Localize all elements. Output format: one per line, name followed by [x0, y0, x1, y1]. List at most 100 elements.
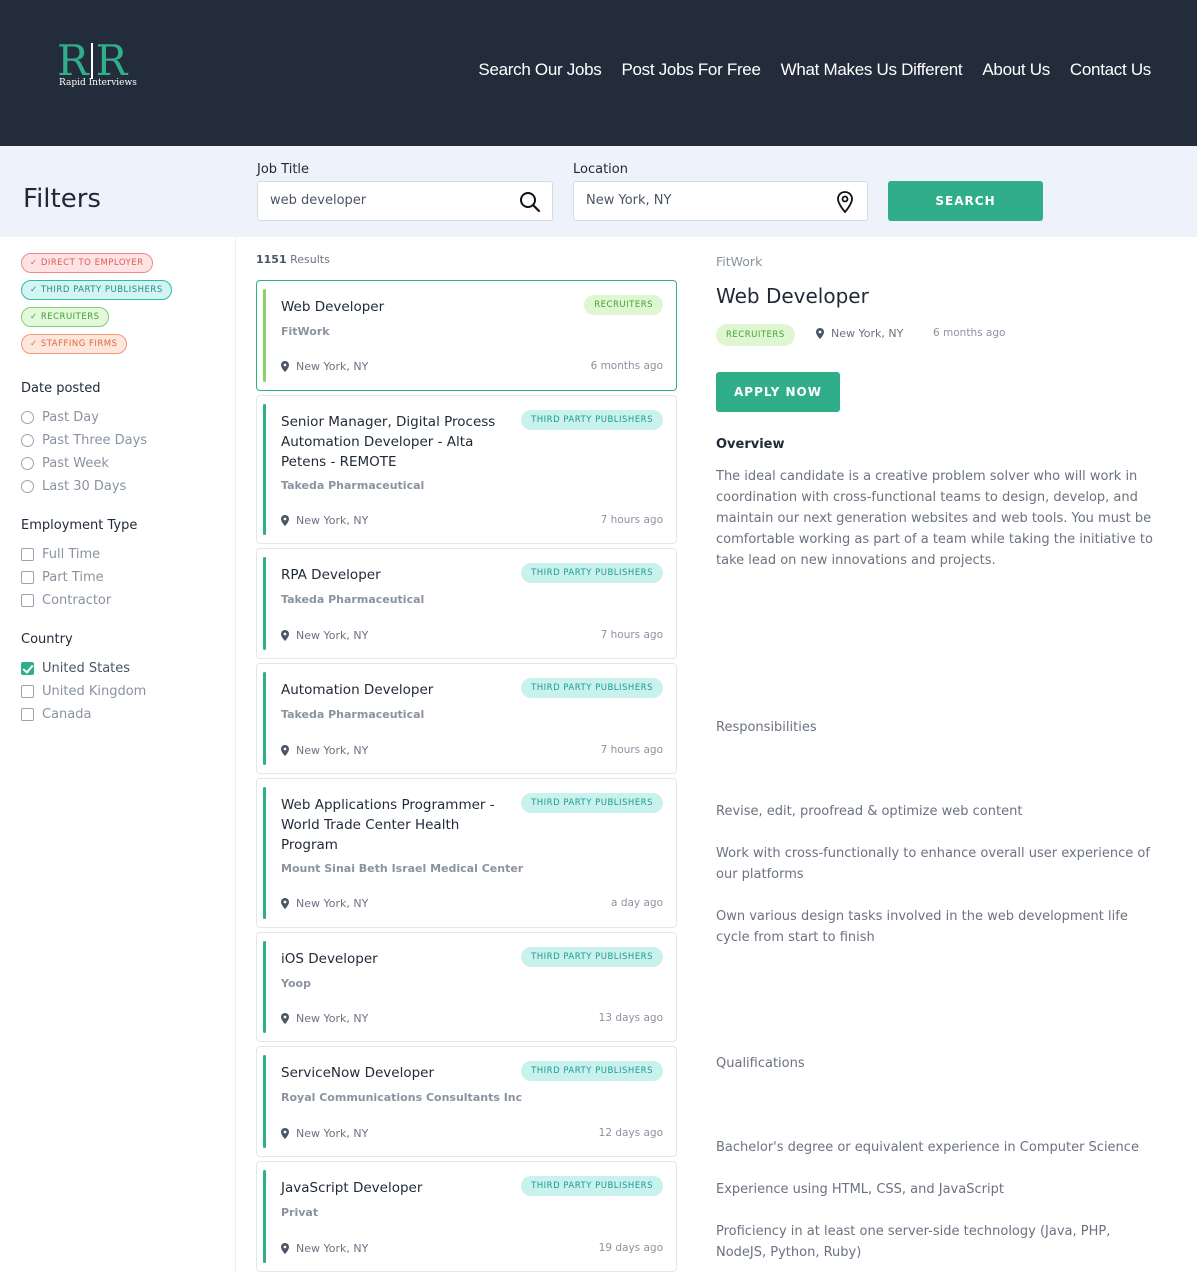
job-title-label: Job Title [257, 162, 310, 177]
job-posted-ago: 6 months ago [590, 360, 663, 372]
option-label: United States [42, 661, 131, 676]
job-badge: THIRD PARTY PUBLISHERS [521, 678, 663, 698]
filter-tag-staffing-firms[interactable]: ✓ STAFFING FIRMS [21, 334, 127, 354]
radio-icon[interactable] [21, 480, 34, 493]
job-badge: THIRD PARTY PUBLISHERS [521, 410, 663, 430]
location-text: New York, NY [296, 744, 369, 757]
job-posted-ago: 12 days ago [598, 1127, 663, 1139]
card-accent [263, 289, 266, 382]
option-label: Last 30 Days [42, 479, 127, 494]
map-pin-icon [837, 191, 853, 214]
country-option-canada[interactable]: Canada [21, 707, 91, 722]
job-card[interactable]: Senior Manager, Digital Process Automati… [256, 395, 677, 544]
card-accent [263, 1055, 266, 1148]
job-posted-ago: 7 hours ago [600, 514, 663, 526]
date-option-past-day[interactable]: Past Day [21, 410, 99, 425]
job-location: New York, NY [281, 629, 368, 642]
filter-tag-direct-to-employer[interactable]: ✓ DIRECT TO EMPLOYER [21, 253, 153, 273]
location-text: New York, NY [296, 1242, 369, 1255]
responsibility-item: Own various design tasks involved in the… [716, 909, 1128, 945]
location-pin-icon [281, 1013, 289, 1024]
checkbox-icon[interactable] [21, 685, 34, 698]
job-card[interactable]: Web Applications Programmer - World Trad… [256, 778, 677, 928]
checkbox-icon[interactable] [21, 594, 34, 607]
checkbox-icon[interactable] [21, 708, 34, 721]
responsibility-item: Work with cross-functionally to enhance … [716, 846, 1150, 882]
apply-now-button[interactable]: APPLY NOW [716, 372, 840, 412]
top-navbar: R R Rapid Interviews Search Our Jobs Pos… [0, 0, 1197, 146]
job-location: New York, NY [281, 1012, 368, 1025]
nav-post-jobs[interactable]: Post Jobs For Free [621, 60, 760, 80]
nav-search-jobs[interactable]: Search Our Jobs [478, 60, 601, 80]
job-title[interactable]: JavaScript Developer [281, 1178, 506, 1198]
job-card[interactable]: iOS Developer Yoop THIRD PARTY PUBLISHER… [256, 932, 677, 1042]
option-label: Past Week [42, 456, 109, 471]
employment-option-part-time[interactable]: Part Time [21, 570, 104, 585]
overview-text: The ideal candidate is a creative proble… [716, 469, 1153, 568]
results-label: Results [290, 253, 330, 266]
job-title[interactable]: Web Applications Programmer - World Trad… [281, 795, 506, 855]
job-location: New York, NY [281, 897, 368, 910]
filter-tag-third-party-publishers[interactable]: ✓ THIRD PARTY PUBLISHERS [21, 280, 172, 300]
location-pin-icon [281, 898, 289, 909]
date-option-past-three-days[interactable]: Past Three Days [21, 433, 147, 448]
job-title[interactable]: Senior Manager, Digital Process Automati… [281, 412, 506, 472]
search-icon[interactable] [518, 190, 542, 214]
nav-contact-us[interactable]: Contact Us [1070, 60, 1151, 80]
responsibilities-heading: Responsibilities [716, 720, 817, 735]
job-card[interactable]: RPA Developer Takeda Pharmaceutical THIR… [256, 548, 677, 659]
checkbox-icon[interactable] [21, 571, 34, 584]
location-label: Location [573, 162, 628, 177]
option-label: Full Time [42, 547, 101, 562]
logo-tagline: Rapid Interviews [59, 78, 137, 88]
job-posted-ago: 13 days ago [598, 1012, 663, 1024]
employment-option-contractor[interactable]: Contractor [21, 593, 111, 608]
radio-icon[interactable] [21, 457, 34, 470]
filter-tag-recruiters[interactable]: ✓ RECRUITERS [21, 307, 109, 327]
job-card[interactable]: JavaScript Developer Privat THIRD PARTY … [256, 1161, 677, 1272]
location-pin-icon [281, 1128, 289, 1139]
job-title[interactable]: iOS Developer [281, 949, 506, 969]
country-option-united-kingdom[interactable]: United Kingdom [21, 684, 146, 699]
tag-label: RECRUITERS [40, 312, 100, 322]
results-count: 1151 Results [256, 253, 330, 266]
location-input[interactable] [586, 193, 806, 208]
job-title-input[interactable] [270, 193, 490, 208]
option-label: Canada [42, 707, 92, 722]
job-badge: THIRD PARTY PUBLISHERS [521, 563, 663, 583]
option-label: Past Day [42, 410, 99, 425]
job-title[interactable]: Web Developer [281, 297, 506, 317]
nav-what-makes-us-different[interactable]: What Makes Us Different [781, 60, 963, 80]
checkbox-checked-icon[interactable] [21, 662, 34, 675]
location-field[interactable] [573, 181, 868, 221]
employment-type-title: Employment Type [21, 518, 138, 533]
job-company: Mount Sinai Beth Israel Medical Center [281, 862, 524, 875]
job-card[interactable]: Automation Developer Takeda Pharmaceutic… [256, 663, 677, 774]
card-accent [263, 557, 266, 650]
nav-about-us[interactable]: About Us [982, 60, 1050, 80]
date-option-last-30-days[interactable]: Last 30 Days [21, 479, 126, 494]
tag-label: DIRECT TO EMPLOYER [40, 258, 144, 268]
option-label: Part Time [42, 570, 104, 585]
job-title[interactable]: ServiceNow Developer [281, 1063, 506, 1083]
radio-icon[interactable] [21, 411, 34, 424]
job-card[interactable]: ServiceNow Developer Royal Communication… [256, 1046, 677, 1157]
job-title-field[interactable] [257, 181, 553, 221]
job-company: Takeda Pharmaceutical [281, 593, 425, 606]
job-location: New York, NY [281, 1242, 368, 1255]
job-title[interactable]: Automation Developer [281, 680, 506, 700]
job-card[interactable]: Web Developer FitWork RECRUITERS New Yor… [256, 280, 677, 391]
search-button[interactable]: SEARCH [888, 181, 1043, 221]
card-accent [263, 941, 266, 1033]
job-title[interactable]: RPA Developer [281, 565, 506, 585]
brand-logo[interactable]: R R Rapid Interviews [57, 40, 137, 90]
job-posted-ago: 7 hours ago [600, 629, 663, 641]
date-option-past-week[interactable]: Past Week [21, 456, 109, 471]
checkbox-icon[interactable] [21, 548, 34, 561]
filters-sidebar: ✓ DIRECT TO EMPLOYER ✓ THIRD PARTY PUBLI… [0, 237, 236, 1273]
location-pin-icon [281, 361, 289, 372]
radio-icon[interactable] [21, 434, 34, 447]
location-pin-icon [281, 1243, 289, 1254]
employment-option-full-time[interactable]: Full Time [21, 547, 100, 562]
country-option-united-states[interactable]: United States [21, 661, 130, 676]
